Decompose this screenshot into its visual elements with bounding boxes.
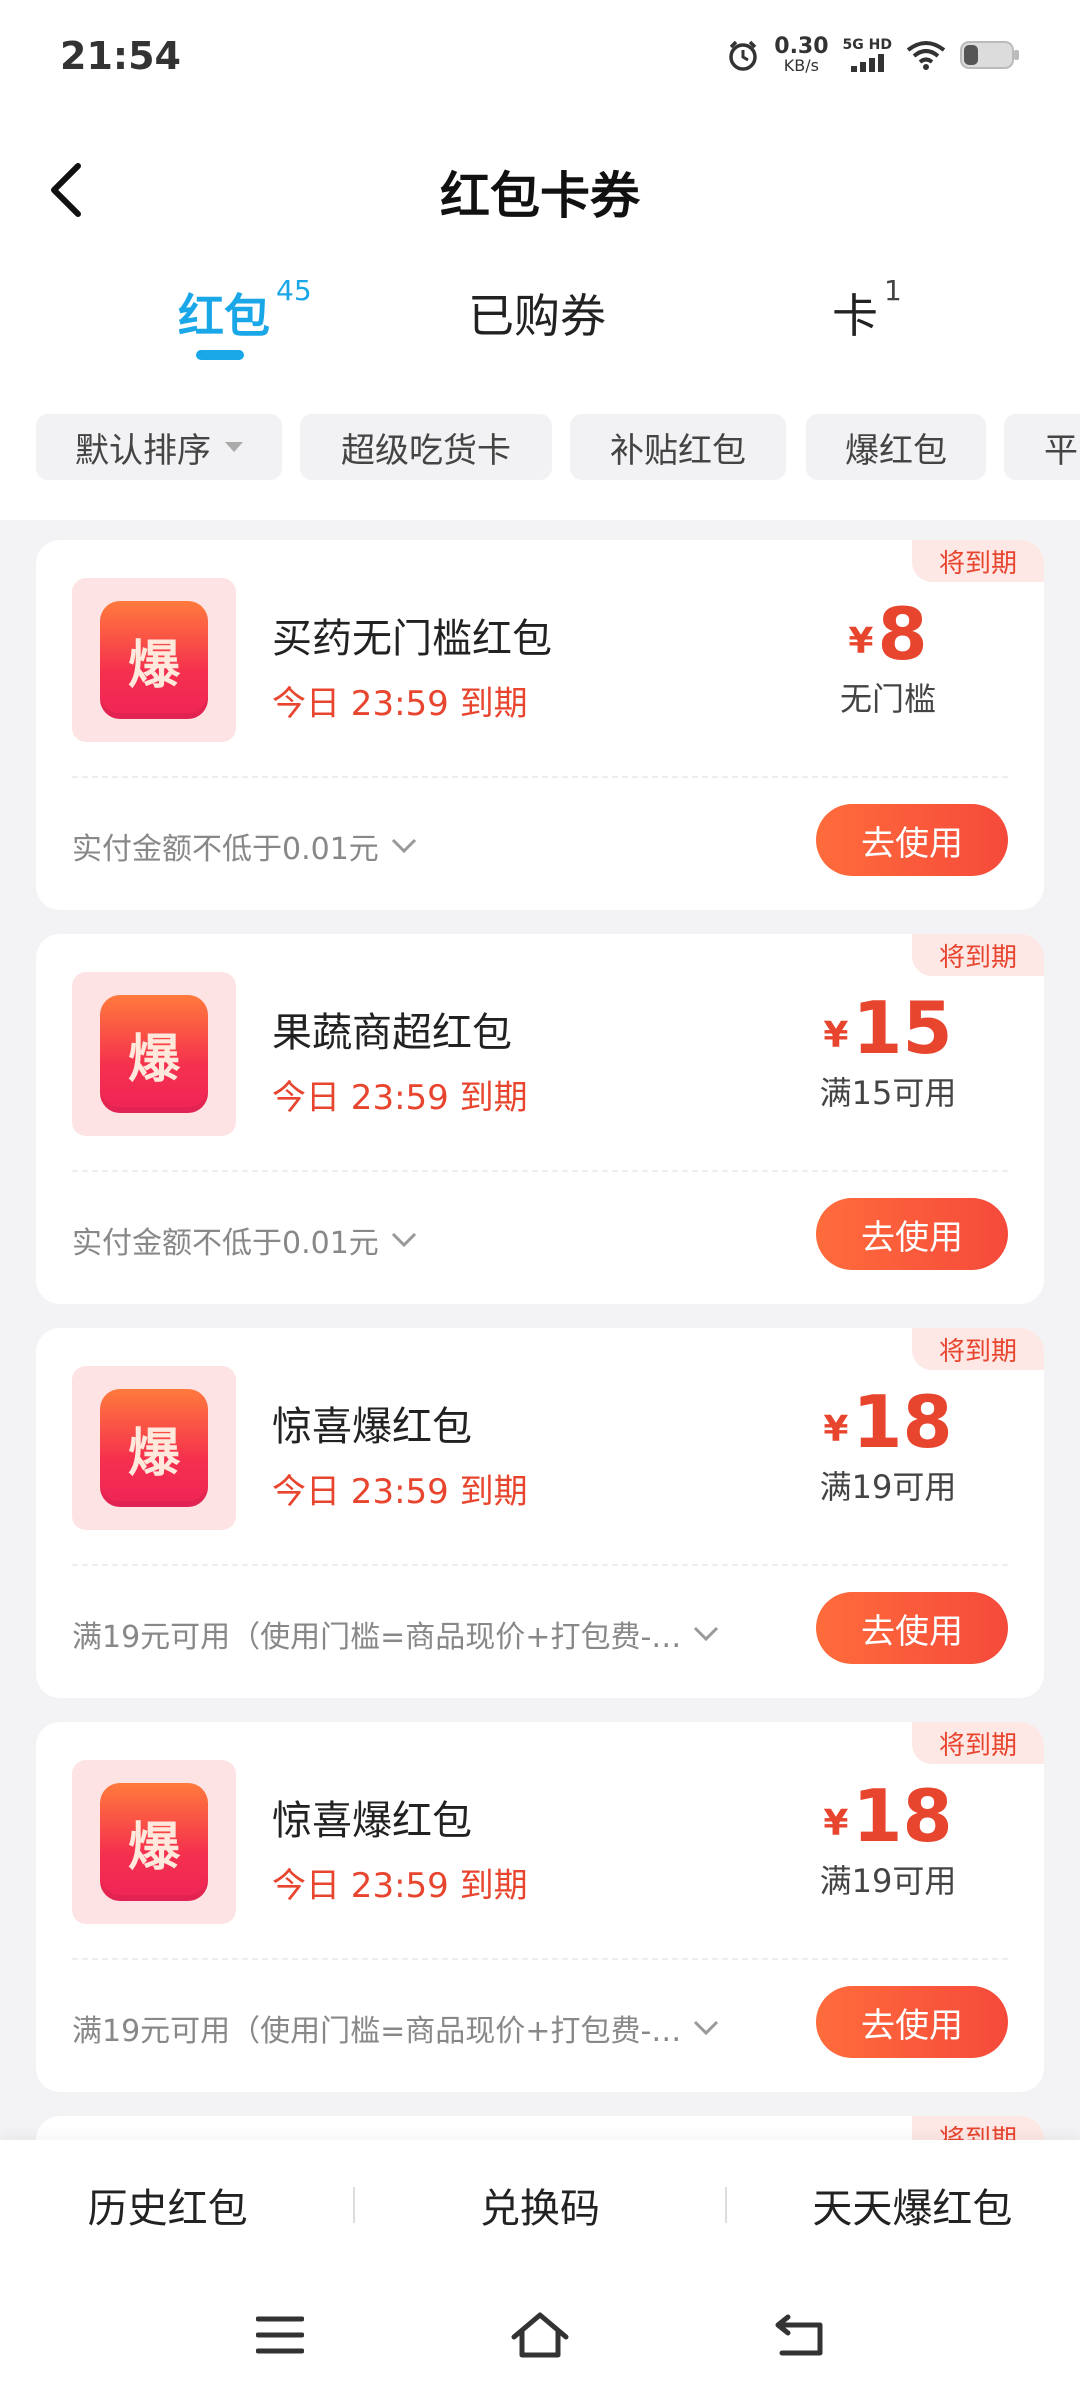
bao-logo-icon: 爆: [100, 601, 208, 719]
coupon-expiry: 今日 23:59 到期: [272, 1078, 528, 1118]
use-button[interactable]: 去使用: [816, 1198, 1008, 1270]
divider: [72, 1564, 1008, 1566]
divider: [72, 776, 1008, 778]
menu-nav-button[interactable]: [250, 2305, 310, 2365]
coupon-amount: ¥18: [823, 1774, 953, 1858]
coupon-expiry: 今日 23:59 到期: [272, 1472, 528, 1512]
coupon-logo: 爆: [72, 1366, 236, 1530]
home-nav-button[interactable]: [510, 2305, 570, 2365]
network-speed: 0.30 KB/s: [774, 34, 829, 75]
return-icon: [775, 2314, 823, 2356]
redeem-code-link[interactable]: 兑换码: [390, 2176, 690, 2234]
coupon-logo: 爆: [72, 1760, 236, 1924]
coupon-logo: 爆: [72, 972, 236, 1136]
coupon-card[interactable]: 将到期 爆 买药无门槛红包 今日 23:59 到期 ¥8 无门槛 实付金额不低于…: [36, 540, 1044, 910]
tab-cards[interactable]: 卡1: [832, 274, 902, 346]
bao-logo-icon: 爆: [100, 995, 208, 1113]
chevron-down-icon: [694, 1626, 719, 1642]
menu-icon: [256, 2316, 304, 2354]
coupon-expiry: 今日 23:59 到期: [272, 1866, 528, 1906]
coupon-card[interactable]: 将到期 爆 惊喜爆红包 今日 23:59 到期 ¥18 满19可用 满19元可用…: [36, 1328, 1044, 1698]
tab-count: 1: [884, 274, 902, 307]
tab-bar: 红包 45 已购券 卡1: [0, 260, 1080, 380]
coupon-threshold: 满19可用: [819, 1862, 957, 1900]
filter-super-foodie-card[interactable]: 超级吃货卡: [300, 414, 552, 480]
system-nav-bar: [0, 2270, 1080, 2400]
coupon-amount: ¥8: [848, 592, 928, 676]
use-button[interactable]: 去使用: [816, 1592, 1008, 1664]
coupon-name: 买药无门槛红包: [272, 616, 552, 662]
alarm-icon: [726, 38, 760, 72]
battery-icon: [960, 40, 1020, 70]
chevron-down-icon: [694, 2020, 719, 2036]
expiring-badge: 将到期: [912, 540, 1044, 582]
expiring-badge: 将到期: [912, 1328, 1044, 1370]
filter-more[interactable]: 平: [1004, 414, 1080, 480]
back-nav-button[interactable]: [770, 2305, 830, 2365]
coupon-threshold: 无门槛: [839, 680, 936, 718]
tab-hongbao[interactable]: 红包 45: [178, 274, 312, 346]
filter-subsidy-hongbao[interactable]: 补贴红包: [570, 414, 786, 480]
coupon-amount: ¥18: [823, 1380, 953, 1464]
status-bar: 21:54 0.30 KB/s 5G HD: [0, 0, 1080, 110]
caret-down-icon: [225, 442, 243, 452]
divider: [352, 2187, 355, 2223]
coupon-expiry: 今日 23:59 到期: [272, 684, 528, 724]
coupon-name: 惊喜爆红包: [272, 1404, 472, 1450]
coupon-threshold: 满19可用: [819, 1468, 957, 1506]
expiring-badge: 将到期: [912, 1722, 1044, 1764]
expiring-badge: 将到期: [912, 934, 1044, 976]
signal-icon: 5G HD: [843, 38, 892, 72]
coupon-rule-toggle[interactable]: 实付金额不低于0.01元: [72, 1218, 417, 1262]
filter-chips: 默认排序 超级吃货卡 补贴红包 爆红包 平: [0, 380, 1080, 520]
filter-bao-hongbao[interactable]: 爆红包: [806, 414, 986, 480]
use-button[interactable]: 去使用: [816, 804, 1008, 876]
status-icons: 0.30 KB/s 5G HD: [726, 36, 1020, 74]
coupon-card[interactable]: 将到期 爆 果蔬商超红包 今日 23:59 到期 ¥15 满15可用 实付金额不…: [36, 934, 1044, 1304]
tab-active-indicator: [196, 350, 244, 360]
status-time: 21:54: [60, 34, 181, 78]
divider: [72, 1958, 1008, 1960]
wifi-icon: [906, 40, 946, 70]
header: 红包卡券: [0, 110, 1080, 260]
chevron-down-icon: [391, 1232, 416, 1248]
coupon-amount: ¥15: [823, 986, 953, 1070]
use-button[interactable]: 去使用: [816, 1986, 1008, 2058]
bao-logo-icon: 爆: [100, 1389, 208, 1507]
coupon-rule-toggle[interactable]: 满19元可用（使用门槛=商品现价+打包费-…: [72, 1612, 719, 1656]
history-hongbao-link[interactable]: 历史红包: [18, 2176, 318, 2234]
bao-logo-icon: 爆: [100, 1783, 208, 1901]
home-icon: [511, 2312, 569, 2358]
coupon-logo: 爆: [72, 578, 236, 742]
divider: [72, 1170, 1008, 1172]
bottom-action-bar: 历史红包 兑换码 天天爆红包: [0, 2140, 1080, 2270]
coupon-rule-toggle[interactable]: 实付金额不低于0.01元: [72, 824, 417, 868]
coupon-card[interactable]: 将到期 爆 惊喜爆红包 今日 23:59 到期 ¥18 满19可用 满19元可用…: [36, 1722, 1044, 2092]
coupon-threshold: 满15可用: [819, 1074, 957, 1112]
filter-default-sort[interactable]: 默认排序: [36, 414, 282, 480]
coupon-rule-toggle[interactable]: 满19元可用（使用门槛=商品现价+打包费-…: [72, 2006, 719, 2050]
daily-bao-hongbao-link[interactable]: 天天爆红包: [762, 2176, 1062, 2234]
tab-count: 45: [276, 274, 312, 307]
chevron-down-icon: [391, 838, 416, 854]
coupon-name: 果蔬商超红包: [272, 1010, 512, 1056]
divider: [725, 2187, 728, 2223]
coupon-name: 惊喜爆红包: [272, 1798, 472, 1844]
tab-purchased-coupons[interactable]: 已购券: [468, 280, 606, 346]
page-title: 红包卡券: [440, 167, 640, 225]
